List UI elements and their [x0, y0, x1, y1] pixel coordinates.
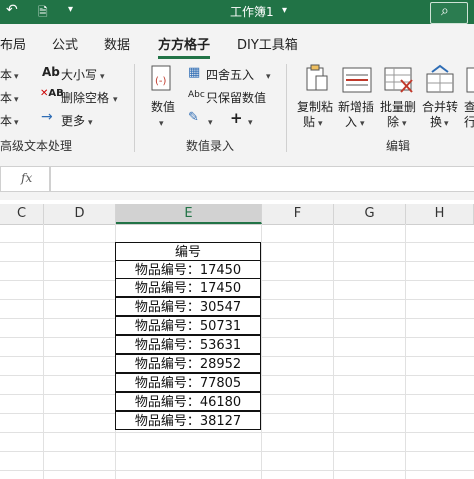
table-cell[interactable]: 物品编号：17450: [115, 278, 261, 297]
tab-layout[interactable]: 布局: [0, 34, 26, 53]
title-bar: ↶ 🗎 ▾ 工作簿1 ▾ ⌕: [0, 0, 474, 24]
tab-data[interactable]: 数据: [104, 34, 130, 53]
gridline: [43, 224, 44, 479]
plus-icon[interactable]: +: [230, 109, 243, 127]
chevron-down-icon[interactable]: ▾: [266, 72, 271, 82]
group-separator: [134, 64, 135, 152]
gridline: [261, 224, 262, 479]
case-button[interactable]: 大小写: [61, 66, 97, 83]
column-header-f[interactable]: F: [262, 204, 334, 224]
chevron-down-icon[interactable]: ▾: [360, 119, 365, 129]
column-header-g[interactable]: G: [334, 204, 406, 224]
case-icon: Ab: [42, 65, 60, 79]
chevron-down-icon[interactable]: ▾: [444, 119, 449, 129]
numeric-icon: (-): [149, 64, 175, 94]
worksheet-grid[interactable]: C D E F G H 编号 物品编号：17450 物品编号：17450 物品编…: [0, 204, 474, 479]
undo-icon[interactable]: ↶: [6, 2, 18, 18]
search-icon: ⌕: [441, 3, 449, 19]
table-cell[interactable]: 物品编号：46180: [115, 392, 261, 411]
window-title: 工作簿1: [230, 5, 274, 19]
keep-values-button[interactable]: 只保留数值: [206, 89, 266, 106]
gridline: [0, 432, 474, 433]
ribbon-tabs: 布局 公式 数据 方方格子 DIY工具箱: [0, 24, 474, 60]
gridline: [0, 470, 474, 471]
group-separator: [286, 64, 287, 152]
left-item-3[interactable]: 本: [0, 112, 12, 129]
left-item-2[interactable]: 本: [0, 89, 12, 106]
gridline: [0, 451, 474, 452]
round-button[interactable]: 四舍五入: [206, 66, 254, 83]
edit-icon[interactable]: ✎: [188, 110, 199, 125]
function-button[interactable]: fx: [0, 166, 50, 192]
table-cell[interactable]: 物品编号：77805: [115, 373, 261, 392]
chevron-down-icon[interactable]: ▾: [159, 119, 164, 129]
chevron-down-icon: ▾: [14, 72, 19, 82]
chevron-down-icon[interactable]: ▾: [208, 118, 213, 128]
chevron-down-icon[interactable]: ▾: [318, 119, 323, 129]
chevron-down-icon: ▾: [14, 95, 19, 105]
table-header-cell[interactable]: 编号: [115, 242, 261, 261]
table-cell[interactable]: 物品编号：38127: [115, 411, 261, 430]
svg-text:(-): (-): [155, 76, 167, 87]
ribbon: 本 ▾ 本 ▾ 本 ▾ Ab 大小写 ▾ ✕AB 删除空格 ▾ → 更多 ▾ 高…: [0, 60, 474, 157]
fx-icon: fx: [21, 171, 33, 185]
merge-convert-icon: [426, 64, 456, 94]
delete-space-button[interactable]: 删除空格: [61, 89, 109, 106]
column-header-d[interactable]: D: [44, 204, 116, 224]
chevron-down-icon[interactable]: ▾: [100, 72, 105, 82]
grid-icon: ▦: [188, 65, 201, 80]
tab-fangfanggezi[interactable]: 方方格子: [158, 34, 210, 53]
table-cell[interactable]: 物品编号：50731: [115, 316, 261, 335]
customize-toolbar-chevron-icon[interactable]: ▾: [68, 4, 73, 15]
table-cell[interactable]: 物品编号：53631: [115, 335, 261, 354]
title-dropdown-icon[interactable]: ▾: [282, 5, 287, 16]
table-cell[interactable]: 物品编号：30547: [115, 297, 261, 316]
group-label-text: 高级文本处理: [0, 139, 73, 153]
lookup-icon: [466, 66, 474, 94]
lookup-button-line2[interactable]: 行: [464, 113, 474, 130]
abc-icon: Abc: [188, 90, 205, 100]
gridline: [405, 224, 406, 479]
formula-bar: fx: [0, 156, 474, 200]
table-cell[interactable]: 物品编号：28952: [115, 354, 261, 373]
chevron-down-icon[interactable]: ▾: [88, 118, 93, 128]
column-headers: C D E F G H: [0, 204, 474, 225]
column-header-h[interactable]: H: [406, 204, 474, 224]
formula-input[interactable]: [50, 166, 474, 192]
tab-diy-toolbox[interactable]: DIY工具箱: [237, 34, 298, 53]
gridline: [333, 224, 334, 479]
insert-button-line2[interactable]: 入: [345, 113, 357, 130]
numeric-button[interactable]: 数值: [151, 98, 175, 115]
copy-paste-icon: [302, 64, 330, 94]
batch-delete-icon: [384, 66, 414, 94]
search-button[interactable]: ⌕: [430, 2, 468, 24]
doc-icon[interactable]: 🗎: [38, 3, 48, 24]
chevron-down-icon[interactable]: ▾: [402, 119, 407, 129]
chevron-down-icon[interactable]: ▾: [248, 118, 253, 128]
table-cell[interactable]: 物品编号：17450: [115, 260, 261, 279]
insert-rows-icon: [342, 66, 372, 94]
chevron-down-icon[interactable]: ▾: [113, 95, 118, 105]
more-button[interactable]: 更多: [61, 112, 85, 129]
batch-delete-button-line2[interactable]: 除: [387, 113, 399, 130]
arrow-right-icon: →: [41, 109, 53, 125]
column-header-e[interactable]: E: [116, 204, 262, 224]
active-tab-indicator: [158, 56, 210, 59]
chevron-down-icon: ▾: [14, 118, 19, 128]
copy-paste-button-line2[interactable]: 贴: [303, 113, 315, 130]
group-label-numeric: 数值录入: [186, 139, 235, 153]
merge-button-line2[interactable]: 换: [430, 113, 442, 130]
tab-formula[interactable]: 公式: [52, 34, 78, 53]
left-item-1[interactable]: 本: [0, 66, 12, 83]
column-header-c[interactable]: C: [0, 204, 44, 224]
group-label-edit: 编辑: [386, 139, 411, 153]
